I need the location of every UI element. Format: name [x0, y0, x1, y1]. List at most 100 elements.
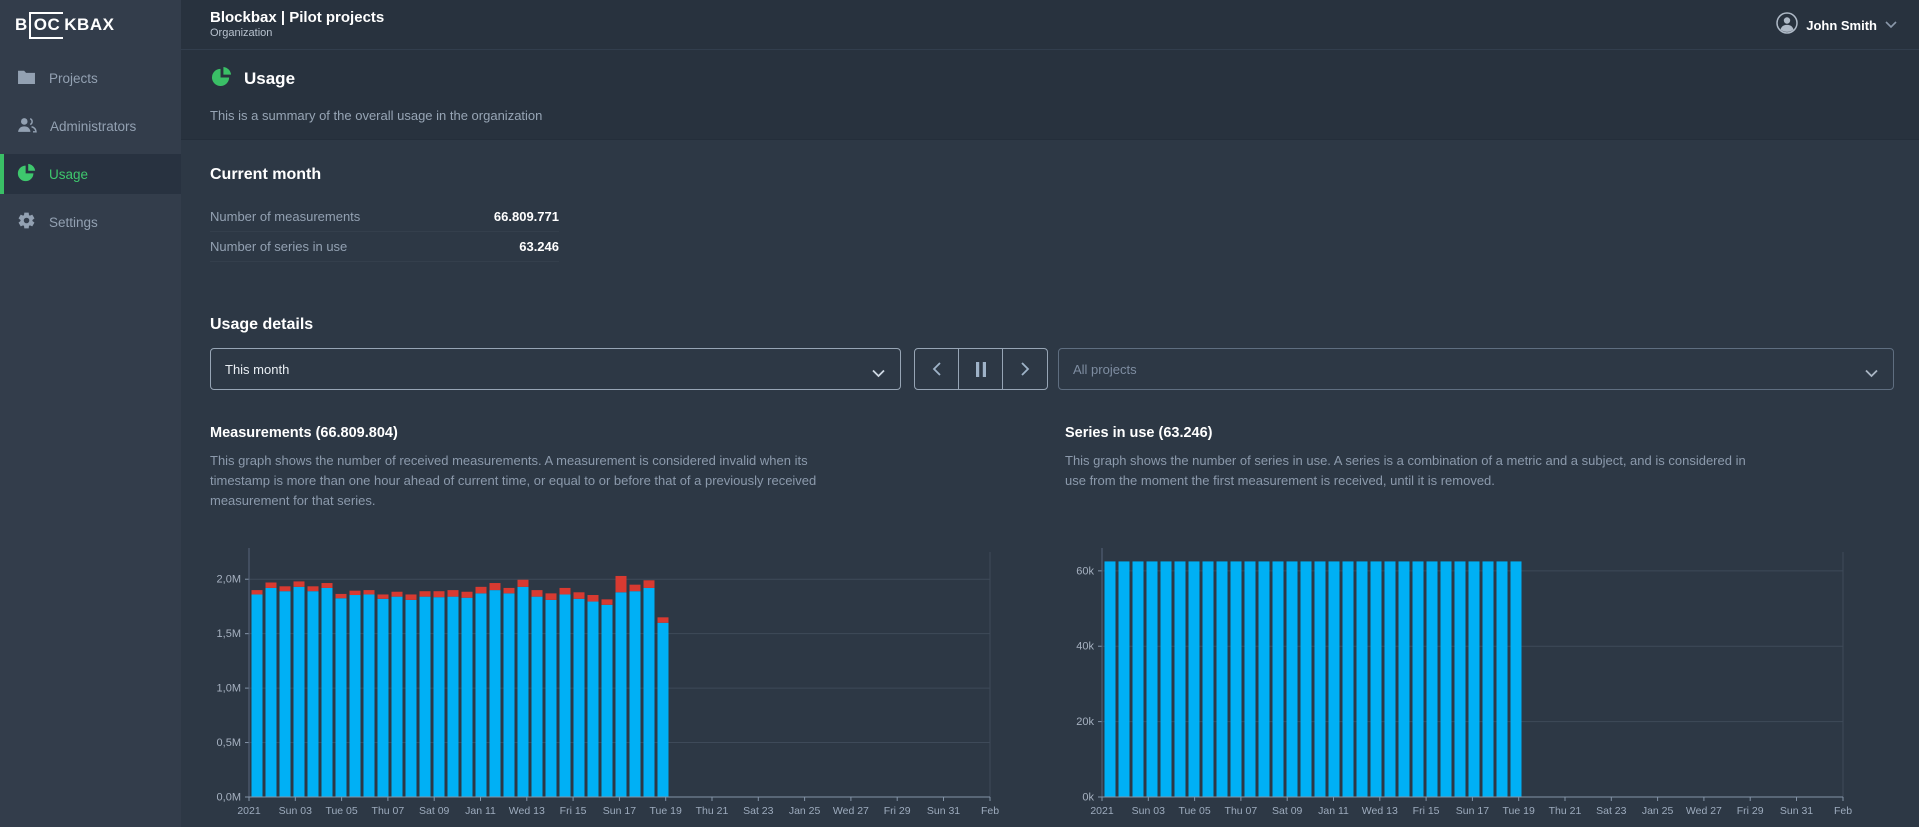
measurements-chart-description: This graph shows the number of received … — [210, 451, 860, 511]
svg-text:Sat 23: Sat 23 — [1596, 805, 1627, 817]
page-header: Blockbax | Pilot projects Organization J… — [181, 0, 1919, 50]
sidebar: BOCKBAX Projects Administrators Usage Setti… — [0, 0, 181, 827]
svg-text:Sat 09: Sat 09 — [419, 805, 450, 817]
svg-text:Sun 17: Sun 17 — [1456, 805, 1489, 817]
sidebar-item-settings[interactable]: Settings — [0, 202, 181, 242]
project-select[interactable]: All projects — [1058, 348, 1894, 390]
svg-text:60k: 60k — [1076, 565, 1094, 577]
svg-text:Thu 07: Thu 07 — [372, 805, 405, 817]
avatar-icon — [1776, 12, 1798, 39]
sidebar-item-label: Usage — [49, 167, 88, 182]
svg-text:Wed 13: Wed 13 — [509, 805, 545, 817]
measurements-chart: 0,0M 0,5M 1,0M 1,5M 2,0M 2021 Sun 03 Tue 05 Thu … — [196, 545, 1010, 820]
svg-text:Tue 05: Tue 05 — [325, 805, 357, 817]
svg-text:Tue 05: Tue 05 — [1178, 805, 1210, 817]
usage-details-controls: This month All projects — [210, 348, 1894, 390]
logo-suffix: KBAX — [64, 15, 114, 35]
series-chart-title: Series in use (63.246) — [1065, 425, 1213, 441]
sidebar-item-administrators[interactable]: Administrators — [0, 106, 181, 146]
svg-text:Sun 31: Sun 31 — [927, 805, 960, 817]
svg-text:1,5M: 1,5M — [217, 628, 241, 640]
svg-text:0k: 0k — [1082, 792, 1094, 804]
svg-text:Sun 03: Sun 03 — [279, 805, 312, 817]
usage-intro-section: Usage This is a summary of the overall u… — [181, 50, 1919, 140]
svg-text:Thu 21: Thu 21 — [696, 805, 729, 817]
series-in-use-chart: 0k 20k 40k 60k 2021 Sun 03 Tue 05 Thu 07 Sat 09 J… — [1049, 545, 1863, 820]
row-label: Number of measurements — [210, 209, 360, 224]
svg-text:2,0M: 2,0M — [217, 574, 241, 586]
svg-text:Sat 09: Sat 09 — [1272, 805, 1303, 817]
usage-description: This is a summary of the overall usage i… — [210, 108, 542, 123]
usage-title: Usage — [244, 69, 295, 89]
svg-text:Jan 11: Jan 11 — [1318, 805, 1349, 817]
page-title: Blockbax | Pilot projects — [210, 9, 384, 27]
svg-text:Fri 29: Fri 29 — [884, 805, 911, 817]
series-chart-description: This graph shows the number of series in… — [1065, 451, 1765, 491]
svg-text:Sun 31: Sun 31 — [1780, 805, 1813, 817]
svg-text:Fri 15: Fri 15 — [1413, 805, 1440, 817]
current-month-table: Number of measurements66.809.771Number o… — [210, 202, 559, 262]
app-window: BOCKBAX Projects Administrators Usage Setti… — [0, 0, 1919, 827]
user-menu[interactable]: John Smith — [1776, 0, 1897, 50]
svg-text:40k: 40k — [1076, 641, 1094, 653]
main-content: Current month Number of measurements 66.8… — [181, 140, 1919, 827]
svg-text:Sun 03: Sun 03 — [1132, 805, 1165, 817]
svg-text:Jan 25: Jan 25 — [1642, 805, 1674, 817]
chevron-down-icon — [1865, 366, 1878, 381]
svg-text:Sun 17: Sun 17 — [603, 805, 636, 817]
sidebar-nav: Projects Administrators Usage Settings — [0, 50, 181, 242]
pause-button[interactable] — [959, 349, 1003, 389]
project-select-placeholder: All projects — [1073, 362, 1137, 377]
folder-icon — [17, 69, 36, 88]
svg-text:Wed 13: Wed 13 — [1362, 805, 1398, 817]
user-name: John Smith — [1806, 18, 1877, 33]
svg-text:Feb: Feb — [981, 805, 999, 817]
svg-text:Wed 27: Wed 27 — [1686, 805, 1722, 817]
svg-text:2021: 2021 — [237, 805, 261, 817]
svg-text:0,5M: 0,5M — [217, 737, 241, 749]
svg-text:Wed 27: Wed 27 — [833, 805, 869, 817]
svg-text:Fri 15: Fri 15 — [560, 805, 587, 817]
sidebar-item-projects[interactable]: Projects — [0, 58, 181, 98]
sidebar-item-label: Administrators — [50, 119, 136, 134]
sidebar-item-label: Projects — [49, 71, 98, 86]
logo-bracket: OC — [29, 12, 64, 39]
svg-text:Tue 19: Tue 19 — [1503, 805, 1535, 817]
svg-text:Tue 19: Tue 19 — [650, 805, 682, 817]
pie-icon — [17, 163, 36, 185]
svg-text:Jan 11: Jan 11 — [465, 805, 496, 817]
svg-text:0,0M: 0,0M — [217, 792, 241, 804]
users-icon — [17, 117, 37, 136]
period-select-value: This month — [225, 362, 289, 377]
svg-text:Thu 21: Thu 21 — [1549, 805, 1582, 817]
usage-details-heading: Usage details — [210, 316, 313, 334]
chevron-down-icon — [1885, 16, 1897, 34]
svg-text:Sat 23: Sat 23 — [743, 805, 774, 817]
current-month-heading: Current month — [210, 166, 321, 184]
sidebar-item-usage[interactable]: Usage — [0, 154, 181, 194]
blockbax-logo: BOCKBAX — [0, 0, 181, 50]
row-label: Number of series in use — [210, 239, 347, 254]
svg-text:Feb: Feb — [1834, 805, 1852, 817]
previous-period-button[interactable] — [915, 349, 959, 389]
chevron-down-icon — [872, 366, 885, 381]
page-subtitle: Organization — [210, 27, 384, 40]
gear-icon — [17, 211, 36, 233]
period-select[interactable]: This month — [210, 348, 901, 390]
svg-text:2021: 2021 — [1090, 805, 1114, 817]
current-month-row: Number of series in use 63.246 — [210, 232, 559, 262]
svg-text:Fri 29: Fri 29 — [1737, 805, 1764, 817]
svg-text:1,0M: 1,0M — [217, 683, 241, 695]
period-pager — [914, 348, 1048, 390]
svg-text:20k: 20k — [1076, 716, 1094, 728]
sidebar-item-label: Settings — [49, 215, 98, 230]
svg-text:Jan 25: Jan 25 — [789, 805, 821, 817]
row-value: 63.246 — [519, 239, 559, 254]
usage-pie-icon — [211, 66, 232, 92]
logo-prefix: B — [15, 15, 28, 35]
next-period-button[interactable] — [1003, 349, 1047, 389]
current-month-row: Number of measurements 66.809.771 — [210, 202, 559, 232]
measurements-chart-title: Measurements (66.809.804) — [210, 425, 398, 441]
svg-text:Thu 07: Thu 07 — [1225, 805, 1258, 817]
row-value: 66.809.771 — [494, 209, 559, 224]
